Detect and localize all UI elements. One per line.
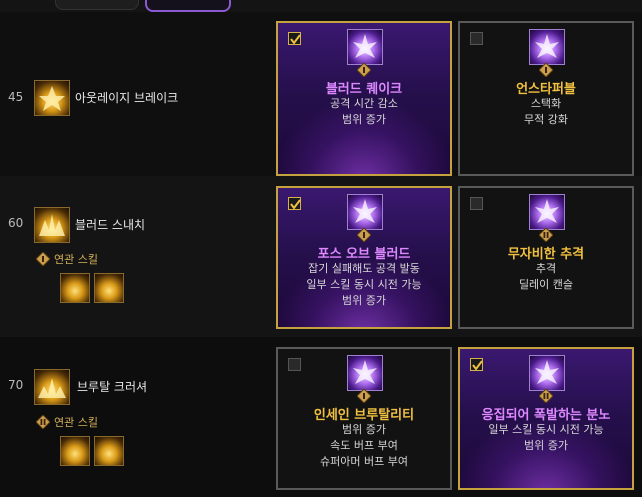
option-description: 공격 시간 감소 범위 증가	[278, 96, 450, 128]
option-line: 공격 시간 감소	[330, 97, 398, 110]
skill-level: 70	[8, 378, 24, 392]
option-line: 딜레이 캔슬	[518, 278, 574, 291]
outrage-break-skill-icon	[34, 80, 70, 116]
skill-row-60: 60 블러드 스내치 연관 스킬 포스 오브 블러드 잡기 실패해도 공격 발동…	[0, 176, 642, 337]
option-description: 추격 딜레이 캔슬	[460, 261, 632, 293]
brutal-crusher-skill-icon	[34, 369, 70, 405]
option-description: 일부 스킬 동시 시전 가능 범위 증가	[460, 422, 632, 454]
option-title: 무자비한 추격	[507, 247, 585, 262]
option-line: 범위 증가	[342, 113, 386, 126]
tier-two-badge-icon	[539, 228, 553, 242]
option-checkbox[interactable]	[288, 358, 301, 371]
option-line: 범위 증가	[524, 439, 568, 452]
related-skills-label: 연관 스킬	[36, 414, 98, 430]
related-skill-icon[interactable]	[60, 436, 90, 466]
skill-name: 블러드 스내치	[75, 218, 146, 232]
relentless-pursuit-icon	[529, 194, 565, 230]
tier-two-badge-icon	[539, 389, 553, 403]
option-card-insane-brutality[interactable]: 인세인 브루탈리티 범위 증가 속도 버프 부여 슈퍼아머 버프 부여	[276, 347, 452, 490]
option-line: 슈퍼아머 버프 부여	[320, 455, 408, 468]
unstoppable-icon	[529, 29, 565, 65]
option-line: 범위 증가	[342, 423, 386, 436]
option-checkbox[interactable]	[288, 32, 301, 45]
option-card-force-of-blood[interactable]: 포스 오브 블러드 잡기 실패해도 공격 발동 일부 스킬 동시 시전 가능 범…	[276, 186, 452, 329]
option-title: 블러드 퀘이크	[325, 82, 403, 97]
tier-one-badge-icon	[357, 63, 371, 77]
option-line: 범위 증가	[342, 294, 386, 307]
option-card-condensed-rage[interactable]: 응집되어 폭발하는 분노 일부 스킬 동시 시전 가능 범위 증가	[458, 347, 634, 490]
option-card-blood-quake[interactable]: 블러드 퀘이크 공격 시간 감소 범위 증가	[276, 21, 452, 176]
option-title: 응집되어 폭발하는 분노	[481, 408, 611, 423]
related-label-text: 연관 스킬	[54, 253, 98, 266]
skill-level: 60	[8, 216, 24, 230]
top-tab-bar	[0, 0, 642, 12]
option-description: 잡기 실패해도 공격 발동 일부 스킬 동시 시전 가능 범위 증가	[278, 261, 450, 309]
tier-two-badge-icon	[36, 415, 50, 429]
condensed-rage-icon	[529, 355, 565, 391]
option-description: 스택화 무적 강화	[460, 96, 632, 128]
option-card-unstoppable[interactable]: 언스타퍼블 스택화 무적 강화	[458, 21, 634, 176]
option-line: 무적 강화	[524, 113, 568, 126]
option-checkbox[interactable]	[470, 32, 483, 45]
option-line: 일부 스킬 동시 시전 가능	[488, 423, 604, 436]
related-skills-label: 연관 스킬	[36, 251, 98, 267]
blood-quake-icon	[347, 29, 383, 65]
related-skill-icon[interactable]	[94, 273, 124, 303]
related-skill-icon[interactable]	[94, 436, 124, 466]
option-description: 범위 증가 속도 버프 부여 슈퍼아머 버프 부여	[278, 422, 450, 470]
option-checkbox[interactable]	[470, 358, 483, 371]
skill-name: 아웃레이지 브레이크	[75, 91, 179, 105]
option-checkbox[interactable]	[470, 197, 483, 210]
option-checkbox[interactable]	[288, 197, 301, 210]
option-title: 언스타퍼블	[516, 82, 576, 97]
option-title: 인세인 브루탈리티	[313, 408, 415, 423]
option-card-relentless-pursuit[interactable]: 무자비한 추격 추격 딜레이 캔슬	[458, 186, 634, 329]
skill-row-45: 45 아웃레이지 브레이크 블러드 퀘이크 공격 시간 감소 범위 증가 언스타…	[0, 12, 642, 176]
blood-snatch-skill-icon	[34, 207, 70, 243]
skill-level: 45	[8, 90, 24, 104]
tier-one-badge-icon	[357, 389, 371, 403]
option-line: 속도 버프 부여	[330, 439, 398, 452]
skill-row-70: 70 브루탈 크러셔 연관 스킬 인세인 브루탈리티 범위 증가 속도 버프 부…	[0, 337, 642, 497]
force-of-blood-icon	[347, 194, 383, 230]
tier-one-badge-icon	[357, 228, 371, 242]
tab-pill-2-active[interactable]	[145, 0, 231, 12]
option-line: 일부 스킬 동시 시전 가능	[306, 278, 422, 291]
option-line: 스택화	[530, 97, 562, 110]
tab-pill-1[interactable]	[55, 0, 139, 10]
option-title: 포스 오브 블러드	[317, 247, 411, 262]
insane-brutality-icon	[347, 355, 383, 391]
tier-one-badge-icon	[36, 252, 50, 266]
tier-one-badge-icon	[539, 63, 553, 77]
skill-name: 브루탈 크러셔	[77, 380, 148, 394]
related-label-text: 연관 스킬	[54, 416, 98, 429]
related-skill-icon[interactable]	[60, 273, 90, 303]
option-line: 잡기 실패해도 공격 발동	[308, 262, 420, 275]
option-line: 추격	[535, 262, 557, 275]
